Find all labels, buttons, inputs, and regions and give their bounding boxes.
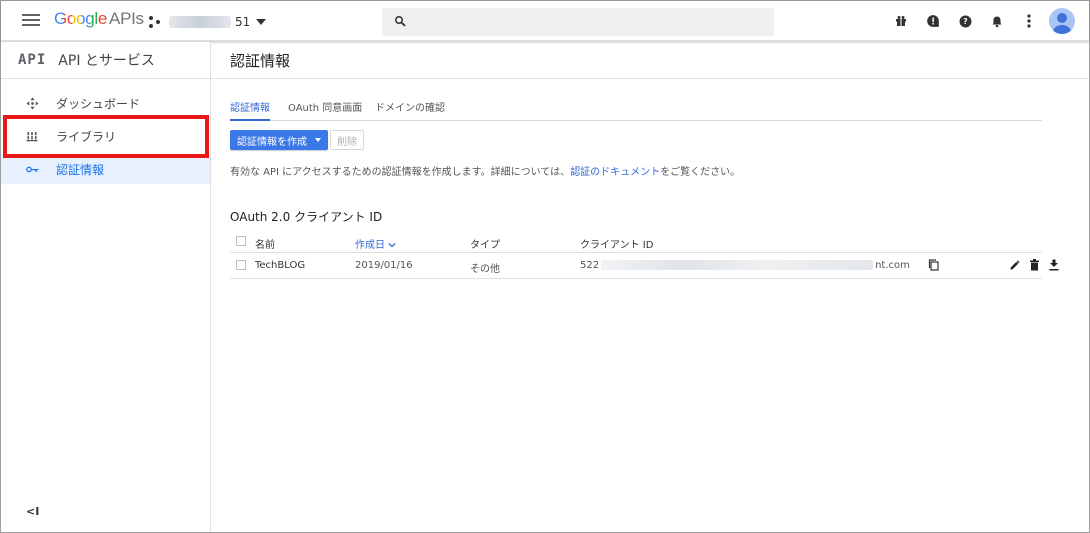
project-selector[interactable]: 51: [149, 12, 267, 32]
sort-down-icon: [388, 242, 396, 248]
tab-credentials[interactable]: 認証情報: [230, 99, 270, 121]
hamburger-menu-icon[interactable]: [22, 12, 40, 30]
column-header-name[interactable]: 名前: [255, 236, 275, 251]
sidebar: API API とサービス ダッシュボード ライブラリ 認証情報 <I: [1, 42, 211, 532]
column-header-created[interactable]: 作成日: [355, 236, 396, 251]
cell-type: その他: [470, 264, 500, 275]
main-content: 認証情報 認証情報 OAuth 同意画面 ドメインの確認 認証情報を作成 削除 …: [212, 42, 1089, 532]
table-row: TechBLOG 2019/01/16 その他 522 nt.com: [230, 253, 1059, 279]
description-suffix: をご覧ください。: [660, 167, 741, 178]
client-id-prefix: 522: [580, 260, 600, 271]
library-icon: [22, 130, 42, 142]
cell-name[interactable]: TechBLOG: [255, 260, 305, 271]
sidebar-item-library[interactable]: ライブラリ: [1, 121, 210, 151]
logo-apis: APIs: [109, 9, 144, 28]
tab-oauth-consent[interactable]: OAuth 同意画面: [288, 99, 362, 121]
delete-button[interactable]: 削除: [330, 130, 364, 150]
collapse-sidebar-button[interactable]: <I: [26, 505, 39, 518]
project-icon: [149, 15, 163, 29]
tab-domain-verification[interactable]: ドメインの確認: [375, 99, 445, 121]
dashboard-icon: [22, 97, 42, 110]
sidebar-item-dashboard[interactable]: ダッシュボード: [1, 88, 210, 118]
oauth-section-title: OAuth 2.0 クライアント ID: [230, 210, 383, 224]
notifications-bell-icon[interactable]: [981, 7, 1013, 35]
avatar[interactable]: [1049, 8, 1075, 34]
column-header-type[interactable]: タイプ: [470, 236, 500, 251]
search-bar[interactable]: [382, 8, 774, 36]
page-header: 認証情報: [212, 42, 1089, 79]
client-id-suffix: nt.com: [875, 260, 910, 271]
column-header-created-label: 作成日: [355, 240, 385, 251]
cell-client-id: 522 nt.com: [580, 260, 910, 271]
sidebar-item-credentials[interactable]: 認証情報: [1, 154, 210, 184]
top-bar: Google APIs 51 ?: [1, 1, 1089, 41]
sidebar-item-label: ライブラリ: [56, 129, 117, 144]
select-all-checkbox[interactable]: [236, 236, 246, 246]
svg-text:?: ?: [963, 17, 967, 26]
project-name-redacted: [169, 16, 231, 28]
delete-trash-icon[interactable]: [1030, 259, 1039, 274]
tab-bar: 認証情報 OAuth 同意画面 ドメインの確認: [230, 99, 1042, 121]
feedback-icon[interactable]: [917, 7, 949, 35]
api-logo: API: [18, 52, 47, 68]
search-icon: [395, 16, 406, 27]
table-header-row: 名前 作成日 タイプ クライアント ID: [230, 230, 1042, 253]
chevron-down-icon: [256, 19, 267, 25]
project-name-suffix: 51: [235, 15, 251, 29]
sidebar-header: API API とサービス: [1, 42, 210, 79]
description-prefix: 有効な API にアクセスするための認証情報を作成します。詳細については、: [230, 167, 571, 178]
download-icon[interactable]: [1049, 259, 1059, 274]
dropdown-caret-icon: [315, 138, 321, 142]
client-id-redacted: [601, 260, 874, 270]
sidebar-item-label: 認証情報: [56, 162, 105, 177]
sidebar-title: API とサービス: [58, 53, 155, 69]
sidebar-item-label: ダッシュボード: [56, 96, 141, 111]
page-title: 認証情報: [230, 51, 291, 70]
create-credentials-label: 認証情報を作成: [237, 136, 307, 148]
help-icon[interactable]: ?: [949, 7, 981, 35]
cell-date: 2019/01/16: [355, 260, 413, 271]
oauth-clients-table: 名前 作成日 タイプ クライアント ID TechBLOG 2019/01/16…: [230, 230, 1059, 279]
logo-google: Google: [54, 9, 108, 28]
key-icon: [22, 165, 42, 174]
gift-icon[interactable]: [885, 7, 917, 35]
more-vert-icon[interactable]: [1013, 7, 1045, 35]
copy-icon[interactable]: [928, 259, 939, 274]
google-apis-logo[interactable]: Google APIs: [54, 9, 144, 29]
row-checkbox[interactable]: [236, 260, 246, 270]
docs-link[interactable]: 認証のドキュメント: [570, 167, 660, 178]
description-text: 有効な API にアクセスするための認証情報を作成します。詳細については、認証の…: [230, 163, 740, 178]
create-credentials-button[interactable]: 認証情報を作成: [230, 130, 328, 150]
edit-pencil-icon[interactable]: [1009, 260, 1020, 274]
column-header-client-id[interactable]: クライアント ID: [580, 236, 653, 251]
